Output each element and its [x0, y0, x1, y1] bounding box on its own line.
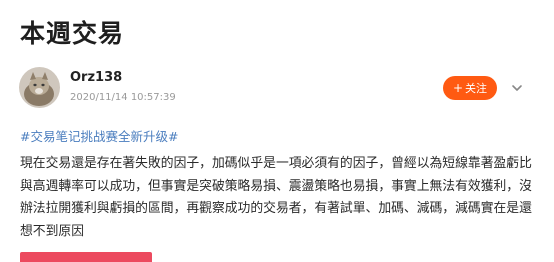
follow-button[interactable]: + 关注	[443, 76, 497, 100]
author-name[interactable]: Orz138	[70, 70, 122, 85]
avatar-image	[19, 67, 60, 108]
post-timestamp: 2020/11/14 10:57:39	[70, 92, 176, 103]
post-body: 現在交易還是存在著失敗的因子，加碼似乎是一項必須有的因子，曾經以為短線靠著盈虧比…	[20, 156, 532, 239]
hashtag-link[interactable]: #交易笔记挑战赛全新升级#	[20, 126, 178, 145]
plus-icon: +	[452, 81, 464, 95]
post-title: 本週交易	[20, 19, 125, 48]
avatar[interactable]	[19, 67, 60, 108]
chevron-down-icon[interactable]	[509, 80, 525, 96]
follow-button-label: 关注	[465, 82, 488, 95]
